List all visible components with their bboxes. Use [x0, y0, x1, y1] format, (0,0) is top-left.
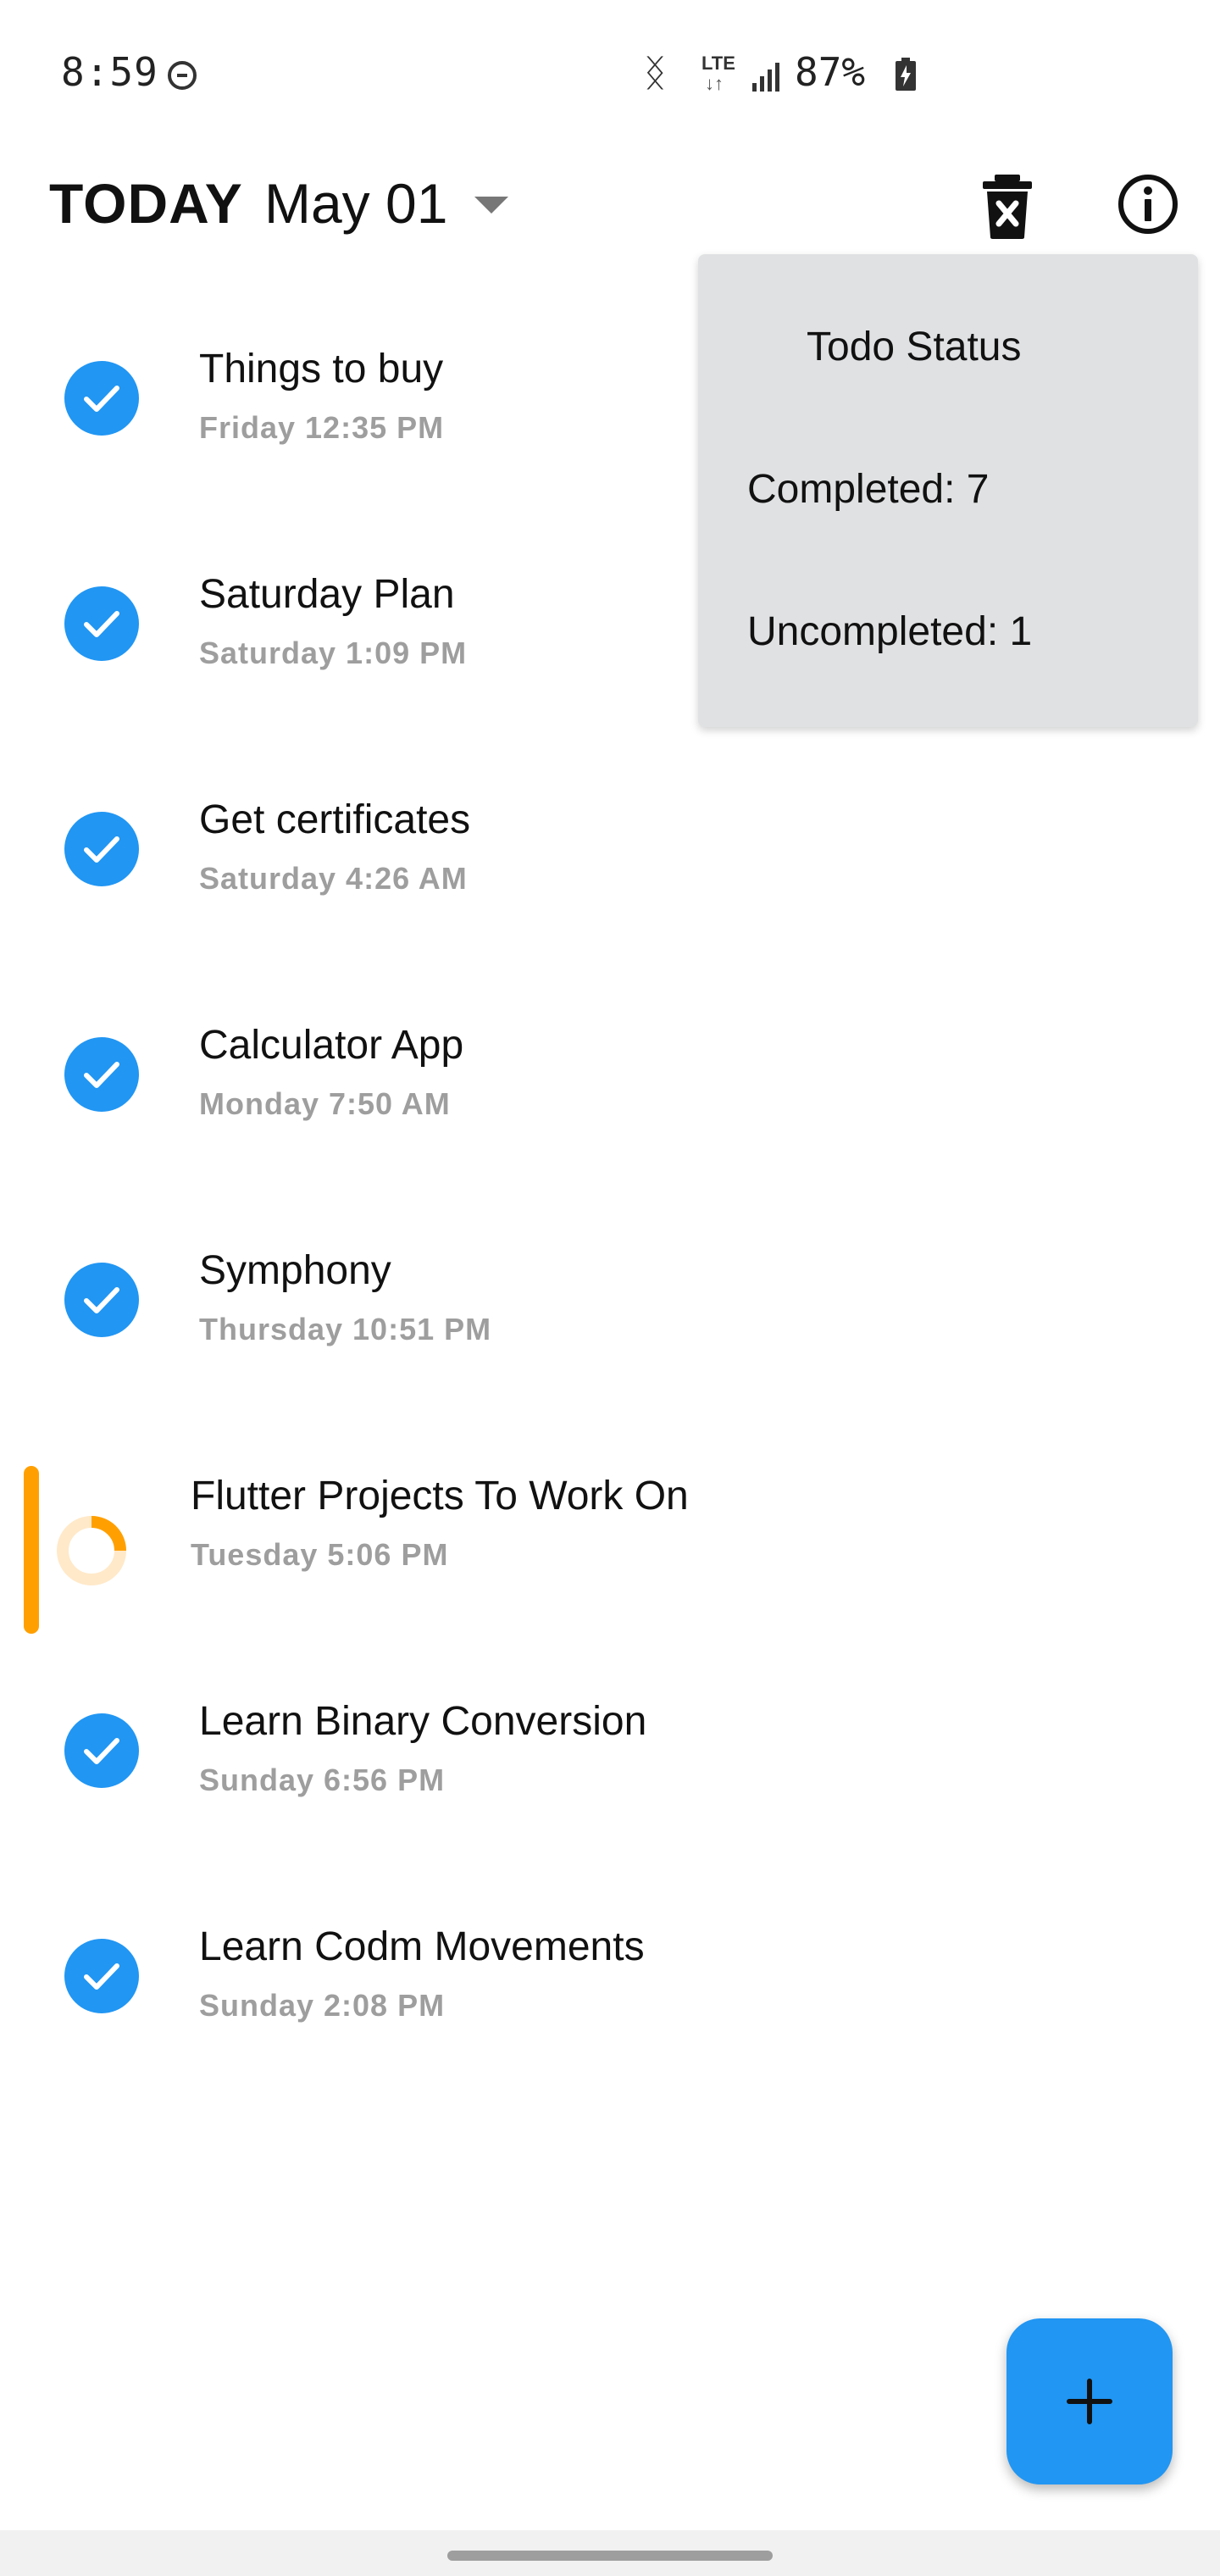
check-circle-icon[interactable]: [64, 1713, 139, 1788]
check-circle-icon[interactable]: [64, 586, 139, 661]
todo-item[interactable]: Learn Codm Movements Sunday 2:08 PM: [0, 1888, 1220, 2113]
status-time: 8:59: [61, 49, 158, 95]
network-type: LTE: [702, 53, 735, 74]
delete-forever-icon[interactable]: [978, 173, 1037, 241]
todo-item[interactable]: Learn Binary Conversion Sunday 6:56 PM: [0, 1663, 1220, 1888]
todo-title: Saturday Plan: [199, 572, 455, 617]
popup-title: Todo Status: [807, 325, 1022, 369]
today-label: TODAY: [49, 172, 243, 235]
bluetooth-icon: ᛝ: [644, 53, 667, 94]
add-todo-button[interactable]: [1006, 2318, 1173, 2484]
system-nav-bar: [0, 2530, 1220, 2576]
todo-title: Learn Binary Conversion: [199, 1699, 647, 1744]
todo-time: Tuesday 5:06 PM: [191, 1537, 449, 1572]
todo-title: Calculator App: [199, 1023, 464, 1068]
todo-title: Get certificates: [199, 797, 471, 842]
uncompleted-count: Uncompleted: 1: [747, 609, 1033, 654]
do-not-disturb-icon: [168, 61, 197, 90]
todo-item[interactable]: Symphony Thursday 10:51 PM: [0, 1212, 1220, 1437]
todo-time: Monday 7:50 AM: [199, 1086, 451, 1121]
battery-charging-icon: [896, 58, 916, 91]
check-circle-icon[interactable]: [64, 1037, 139, 1112]
dropdown-caret-icon[interactable]: [474, 197, 508, 214]
signal-icon: [752, 63, 779, 92]
todo-item[interactable]: Calculator App Monday 7:50 AM: [0, 986, 1220, 1212]
check-circle-icon[interactable]: [64, 361, 139, 436]
todo-time: Saturday 4:26 AM: [199, 861, 468, 896]
date-selector[interactable]: May 01: [264, 171, 447, 236]
todo-title: Learn Codm Movements: [199, 1924, 645, 1969]
check-circle-icon[interactable]: [64, 1939, 139, 2013]
home-gesture-handle[interactable]: [447, 2551, 773, 2561]
battery-percentage: 87%: [795, 49, 866, 95]
pending-indicator-bar: [24, 1466, 39, 1634]
todo-time: Friday 12:35 PM: [199, 410, 445, 445]
progress-ring-icon[interactable]: [53, 1512, 130, 1590]
todo-title: Things to buy: [199, 347, 444, 391]
check-circle-icon[interactable]: [64, 1263, 139, 1337]
add-icon: [1067, 2379, 1112, 2424]
todo-time: Sunday 6:56 PM: [199, 1763, 446, 1797]
app-header: TODAY May 01: [0, 149, 1220, 259]
todo-status-popup: Todo Status Completed: 7 Uncompleted: 1: [698, 254, 1198, 727]
completed-count: Completed: 7: [747, 467, 990, 512]
todo-item-pending[interactable]: Flutter Projects To Work On Tuesday 5:06…: [0, 1437, 1220, 1663]
check-circle-icon[interactable]: [64, 812, 139, 886]
info-icon[interactable]: [1117, 173, 1179, 236]
network-activity: ↓↑: [705, 73, 724, 94]
todo-title: Flutter Projects To Work On: [191, 1474, 689, 1518]
status-bar: 8:59 ᛝ LTE ↓↑ 87%: [0, 0, 1220, 149]
todo-item[interactable]: Get certificates Saturday 4:26 AM: [0, 761, 1220, 986]
todo-time: Sunday 2:08 PM: [199, 1988, 446, 2023]
todo-title: Symphony: [199, 1248, 391, 1293]
todo-time: Thursday 10:51 PM: [199, 1312, 492, 1346]
todo-time: Saturday 1:09 PM: [199, 636, 468, 670]
